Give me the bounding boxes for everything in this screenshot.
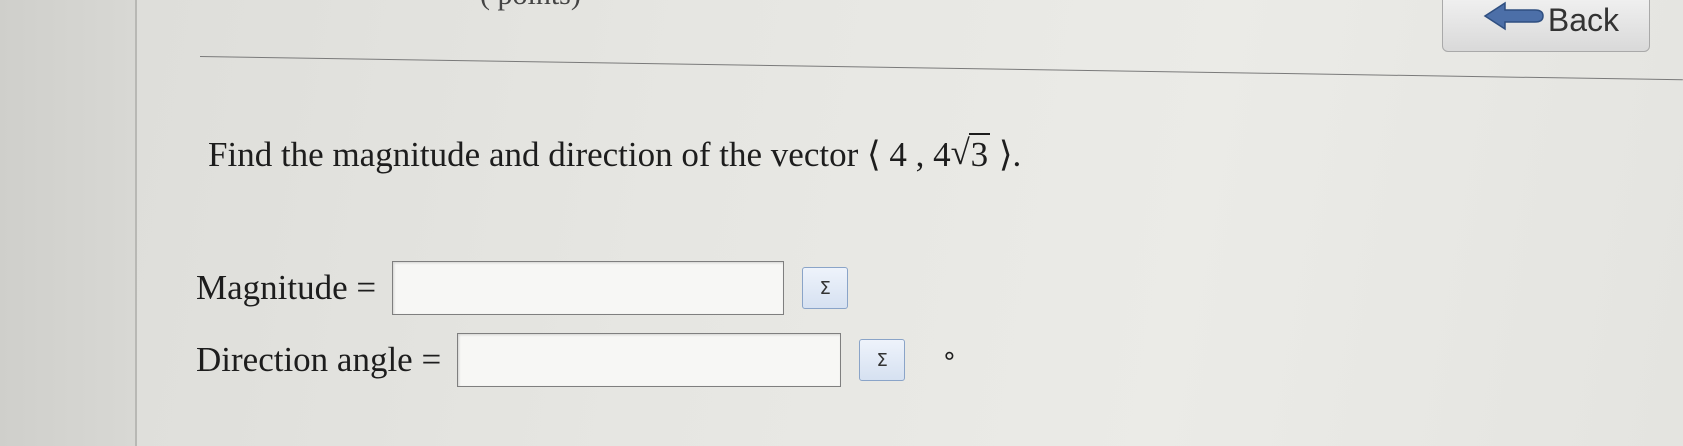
sqrt-expression: √ 3 [950, 133, 991, 175]
left-sidebar-edge [0, 0, 137, 446]
direction-angle-input[interactable] [457, 333, 842, 387]
vector-y-coefficient: 4 [933, 135, 951, 174]
vector-open-bracket: ⟨ [866, 135, 881, 174]
sqrt-radicand: 3 [968, 133, 991, 174]
back-button-label: Back [1547, 1, 1619, 38]
direction-row: Direction angle = Σ ∘ [196, 333, 958, 387]
magnitude-row: Magnitude = Σ [196, 261, 849, 315]
direction-sigma-button[interactable]: Σ [859, 339, 906, 381]
magnitude-input[interactable] [392, 261, 785, 315]
vector-close-bracket: ⟩ [998, 135, 1013, 174]
back-arrow-icon [1483, 1, 1544, 31]
question-text: Find the magnitude and direction of the … [208, 133, 1022, 175]
sqrt-symbol: √ [950, 133, 970, 172]
vector-x-component: 4 [889, 135, 907, 174]
sigma-icon: Σ [876, 349, 888, 371]
magnitude-label: Magnitude = [196, 268, 377, 307]
vector-comma: , [915, 135, 925, 174]
back-button[interactable]: Back [1442, 0, 1650, 52]
points-header: ( points) [480, 0, 581, 12]
question-prefix: Find the magnitude and direction of the … [208, 135, 859, 174]
header-divider [199, 56, 1683, 81]
magnitude-sigma-button[interactable]: Σ [802, 267, 849, 309]
sigma-icon: Σ [819, 277, 831, 299]
degree-symbol: ∘ [941, 341, 958, 371]
question-end-punct: . [1012, 135, 1022, 174]
direction-angle-label: Direction angle = [196, 340, 442, 379]
